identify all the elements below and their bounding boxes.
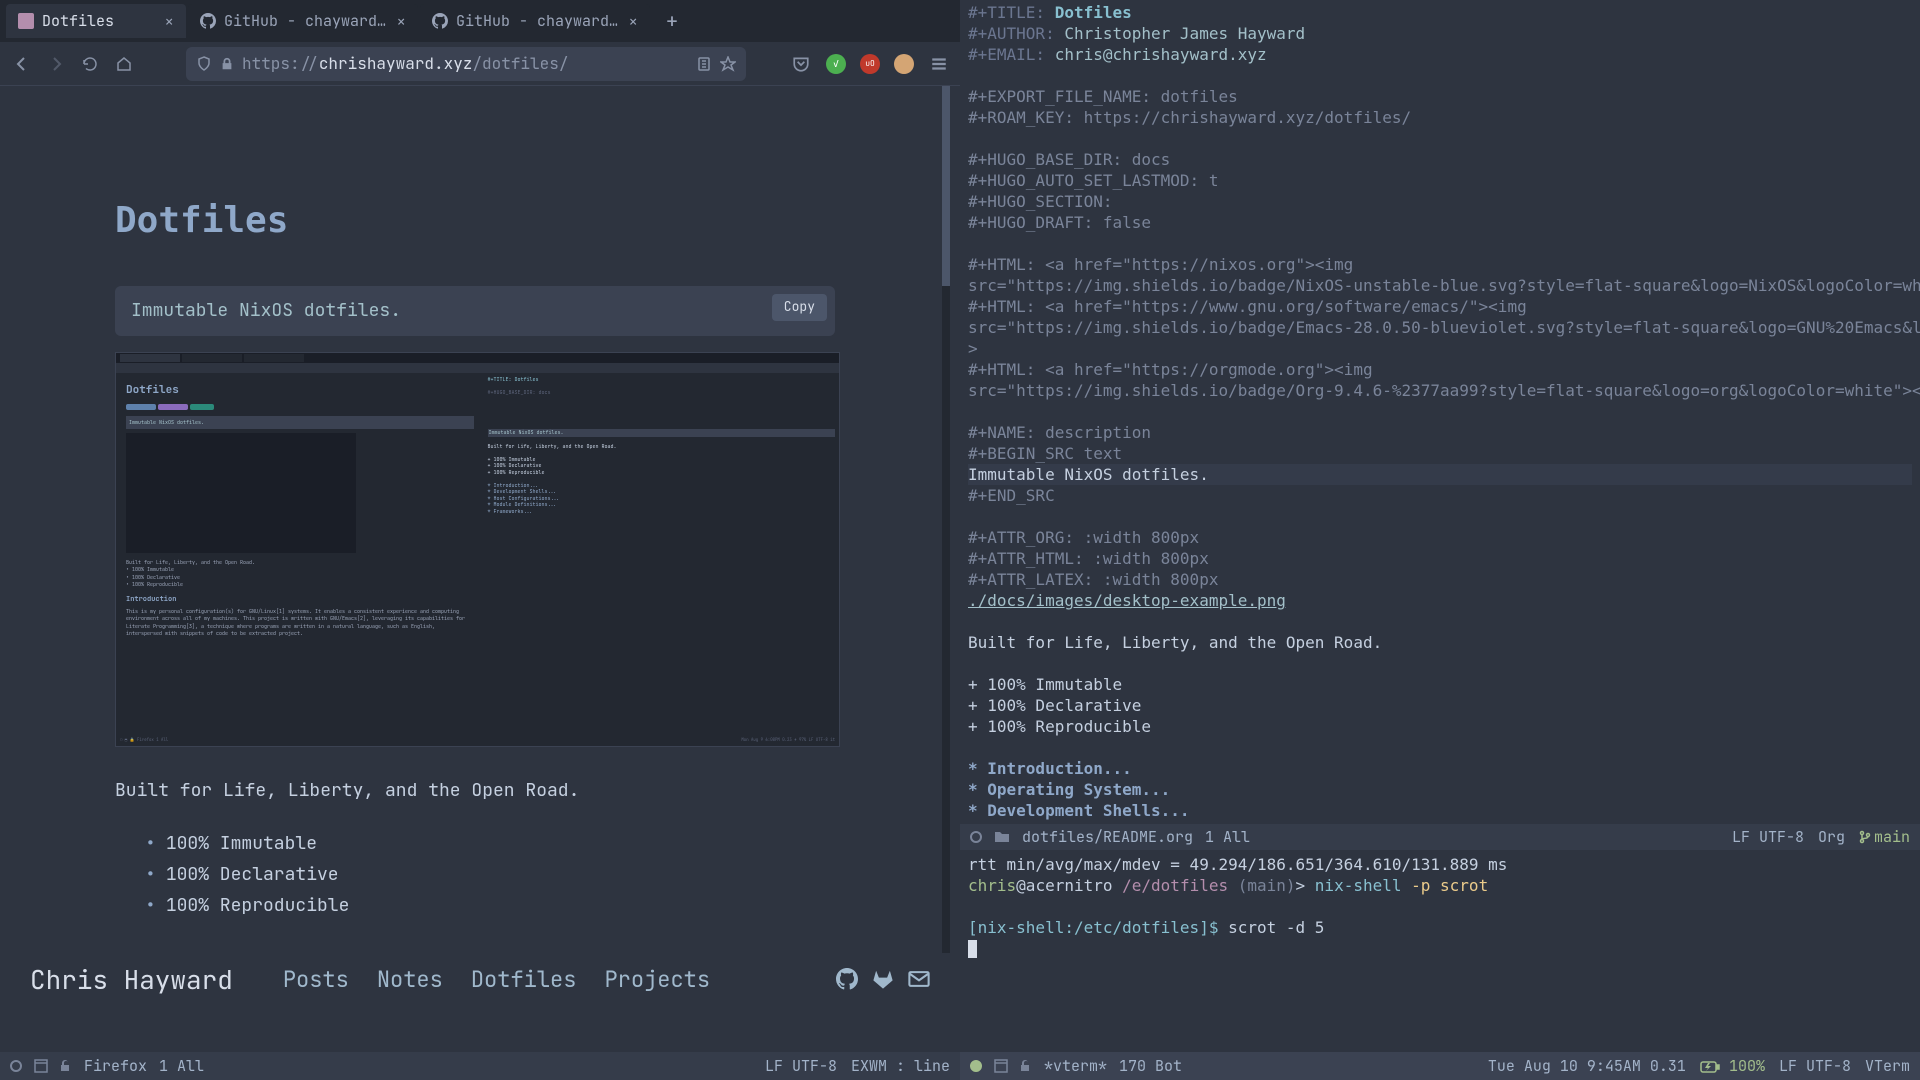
reload-button[interactable]: [78, 52, 102, 76]
modified-icon: [970, 831, 982, 843]
list-item: 100% Declarative: [145, 860, 835, 891]
tab-dotfiles[interactable]: Dotfiles ×: [6, 4, 186, 38]
copy-button[interactable]: Copy: [772, 294, 827, 320]
buffer-pos: 1 All: [159, 1056, 204, 1076]
vterm-buffer[interactable]: rtt min/avg/max/mdev = 49.294/186.651/36…: [960, 850, 1920, 1005]
vterm-line: chris@acernitro /e/dotfiles (main)> nix-…: [968, 875, 1912, 896]
mail-icon[interactable]: [908, 968, 930, 990]
encoding: LF UTF-8: [1779, 1056, 1851, 1076]
lock-icon[interactable]: [220, 57, 234, 71]
nav-posts[interactable]: Posts: [283, 965, 349, 994]
buffer-name: Firefox: [84, 1056, 147, 1076]
reader-icon[interactable]: [696, 56, 712, 72]
buffer-pos: 170 Bot: [1119, 1056, 1182, 1076]
bookmark-icon[interactable]: [720, 56, 736, 72]
mini-code: Immutable NixOS dotfiles.: [126, 416, 474, 429]
mini-title: Dotfiles: [126, 383, 474, 398]
code-text: Immutable NixOS dotfiles.: [131, 299, 401, 322]
encoding: LF UTF-8: [765, 1056, 837, 1076]
favicon-icon: [18, 13, 34, 29]
list-item: 100% Immutable: [145, 829, 835, 860]
major-mode: Org: [1818, 827, 1845, 847]
list-item: 100% Reproducible: [145, 891, 835, 922]
github-icon: [432, 13, 448, 29]
tab-bar: Dotfiles × GitHub - chayward1/dotf × Git…: [0, 0, 960, 42]
scrollbar[interactable]: [942, 86, 950, 953]
new-tab-button[interactable]: +: [656, 5, 688, 37]
modeline-vterm: *vterm* 170 Bot Tue Aug 10 9:45AM 0.31 1…: [960, 1052, 1920, 1080]
site-footer: Chris Hayward Posts Notes Dotfiles Proje…: [0, 953, 960, 1005]
modeline-firefox: Firefox 1 All LF UTF-8 EXWM : line: [0, 1052, 960, 1080]
home-button[interactable]: [112, 52, 136, 76]
github-icon: [200, 13, 216, 29]
modified-icon: [970, 1060, 982, 1072]
feature-list: 100% Immutable 100% Declarative 100% Rep…: [115, 829, 835, 921]
lock-icon: [60, 1059, 72, 1073]
scrollbar-thumb[interactable]: [942, 86, 950, 286]
gitlab-icon[interactable]: [872, 968, 894, 990]
lock-icon: [1020, 1059, 1032, 1073]
url-bar[interactable]: https://chrishayward.xyz/dotfiles/: [186, 47, 746, 81]
window-icon: [994, 1059, 1008, 1073]
modified-icon: [10, 1060, 22, 1072]
bottom-modelines: Firefox 1 All LF UTF-8 EXWM : line *vter…: [0, 1052, 1920, 1080]
close-icon[interactable]: ×: [396, 11, 406, 32]
cursor: [968, 940, 977, 958]
forward-button[interactable]: [44, 52, 68, 76]
page-title: Dotfiles: [115, 196, 835, 246]
extension-1-icon[interactable]: ✓: [826, 54, 846, 74]
major-mode: VTerm: [1865, 1056, 1910, 1076]
buffer-name: dotfiles/README.org: [1022, 827, 1193, 847]
tab-github-2[interactable]: GitHub - chayward1/dotf ×: [420, 4, 650, 38]
org-buffer[interactable]: #+TITLE: Dotfiles #+AUTHOR: Christopher …: [960, 0, 1920, 824]
window-icon: [34, 1059, 48, 1073]
battery-icon: 100%: [1700, 1056, 1765, 1076]
nav-dotfiles[interactable]: Dotfiles: [471, 965, 577, 994]
close-icon[interactable]: ×: [164, 11, 174, 32]
major-mode: EXWM : line: [851, 1056, 950, 1076]
git-branch: main: [1859, 827, 1910, 847]
close-icon[interactable]: ×: [628, 11, 638, 32]
folder-icon: [994, 830, 1010, 844]
extension-3-icon[interactable]: [894, 54, 914, 74]
tab-github-1[interactable]: GitHub - chayward1/dotf ×: [188, 4, 418, 38]
code-block: Immutable NixOS dotfiles. Copy: [115, 286, 835, 335]
extension-2-icon[interactable]: uO: [860, 54, 880, 74]
pocket-icon[interactable]: [790, 53, 812, 75]
tagline: Built for Life, Liberty, and the Open Ro…: [115, 777, 835, 806]
vterm-output: rtt min/avg/max/mdev = 49.294/186.651/36…: [968, 855, 1507, 874]
screenshot-image: Dotfiles Immutable NixOS dotfiles. Built…: [115, 352, 840, 747]
tab-label: GitHub - chayward1/dotf: [224, 11, 388, 31]
site-name[interactable]: Chris Hayward: [30, 962, 233, 997]
shield-icon[interactable]: [196, 56, 212, 72]
buffer-pos: 1 All: [1205, 827, 1250, 847]
tab-label: Dotfiles: [42, 11, 156, 31]
web-content[interactable]: Dotfiles Immutable NixOS dotfiles. Copy …: [0, 86, 950, 953]
encoding: LF UTF-8: [1732, 827, 1804, 847]
mini-tag: Built for Life, Liberty, and the Open Ro…: [126, 559, 474, 567]
vterm-line: [nix-shell:/etc/dotfiles]$ scrot -d 5: [968, 917, 1912, 938]
site-nav: Posts Notes Dotfiles Projects: [283, 965, 710, 994]
emacs-window: #+TITLE: Dotfiles #+AUTHOR: Christopher …: [960, 0, 1920, 1005]
nav-projects[interactable]: Projects: [604, 965, 710, 994]
github-icon[interactable]: [836, 968, 858, 990]
tab-label: GitHub - chayward1/dotf: [456, 11, 620, 31]
nav-notes[interactable]: Notes: [377, 965, 443, 994]
url-text: https://chrishayward.xyz/dotfiles/: [242, 53, 568, 74]
firefox-window: Dotfiles × GitHub - chayward1/dotf × Git…: [0, 0, 960, 1005]
back-button[interactable]: [10, 52, 34, 76]
buffer-name: *vterm*: [1044, 1056, 1107, 1076]
menu-icon[interactable]: [928, 53, 950, 75]
clock: Tue Aug 10 9:45AM 0.31: [1488, 1056, 1686, 1076]
nav-bar: https://chrishayward.xyz/dotfiles/ ✓ uO: [0, 42, 960, 86]
modeline-org: dotfiles/README.org 1 All LF UTF-8 Org m…: [960, 824, 1920, 850]
